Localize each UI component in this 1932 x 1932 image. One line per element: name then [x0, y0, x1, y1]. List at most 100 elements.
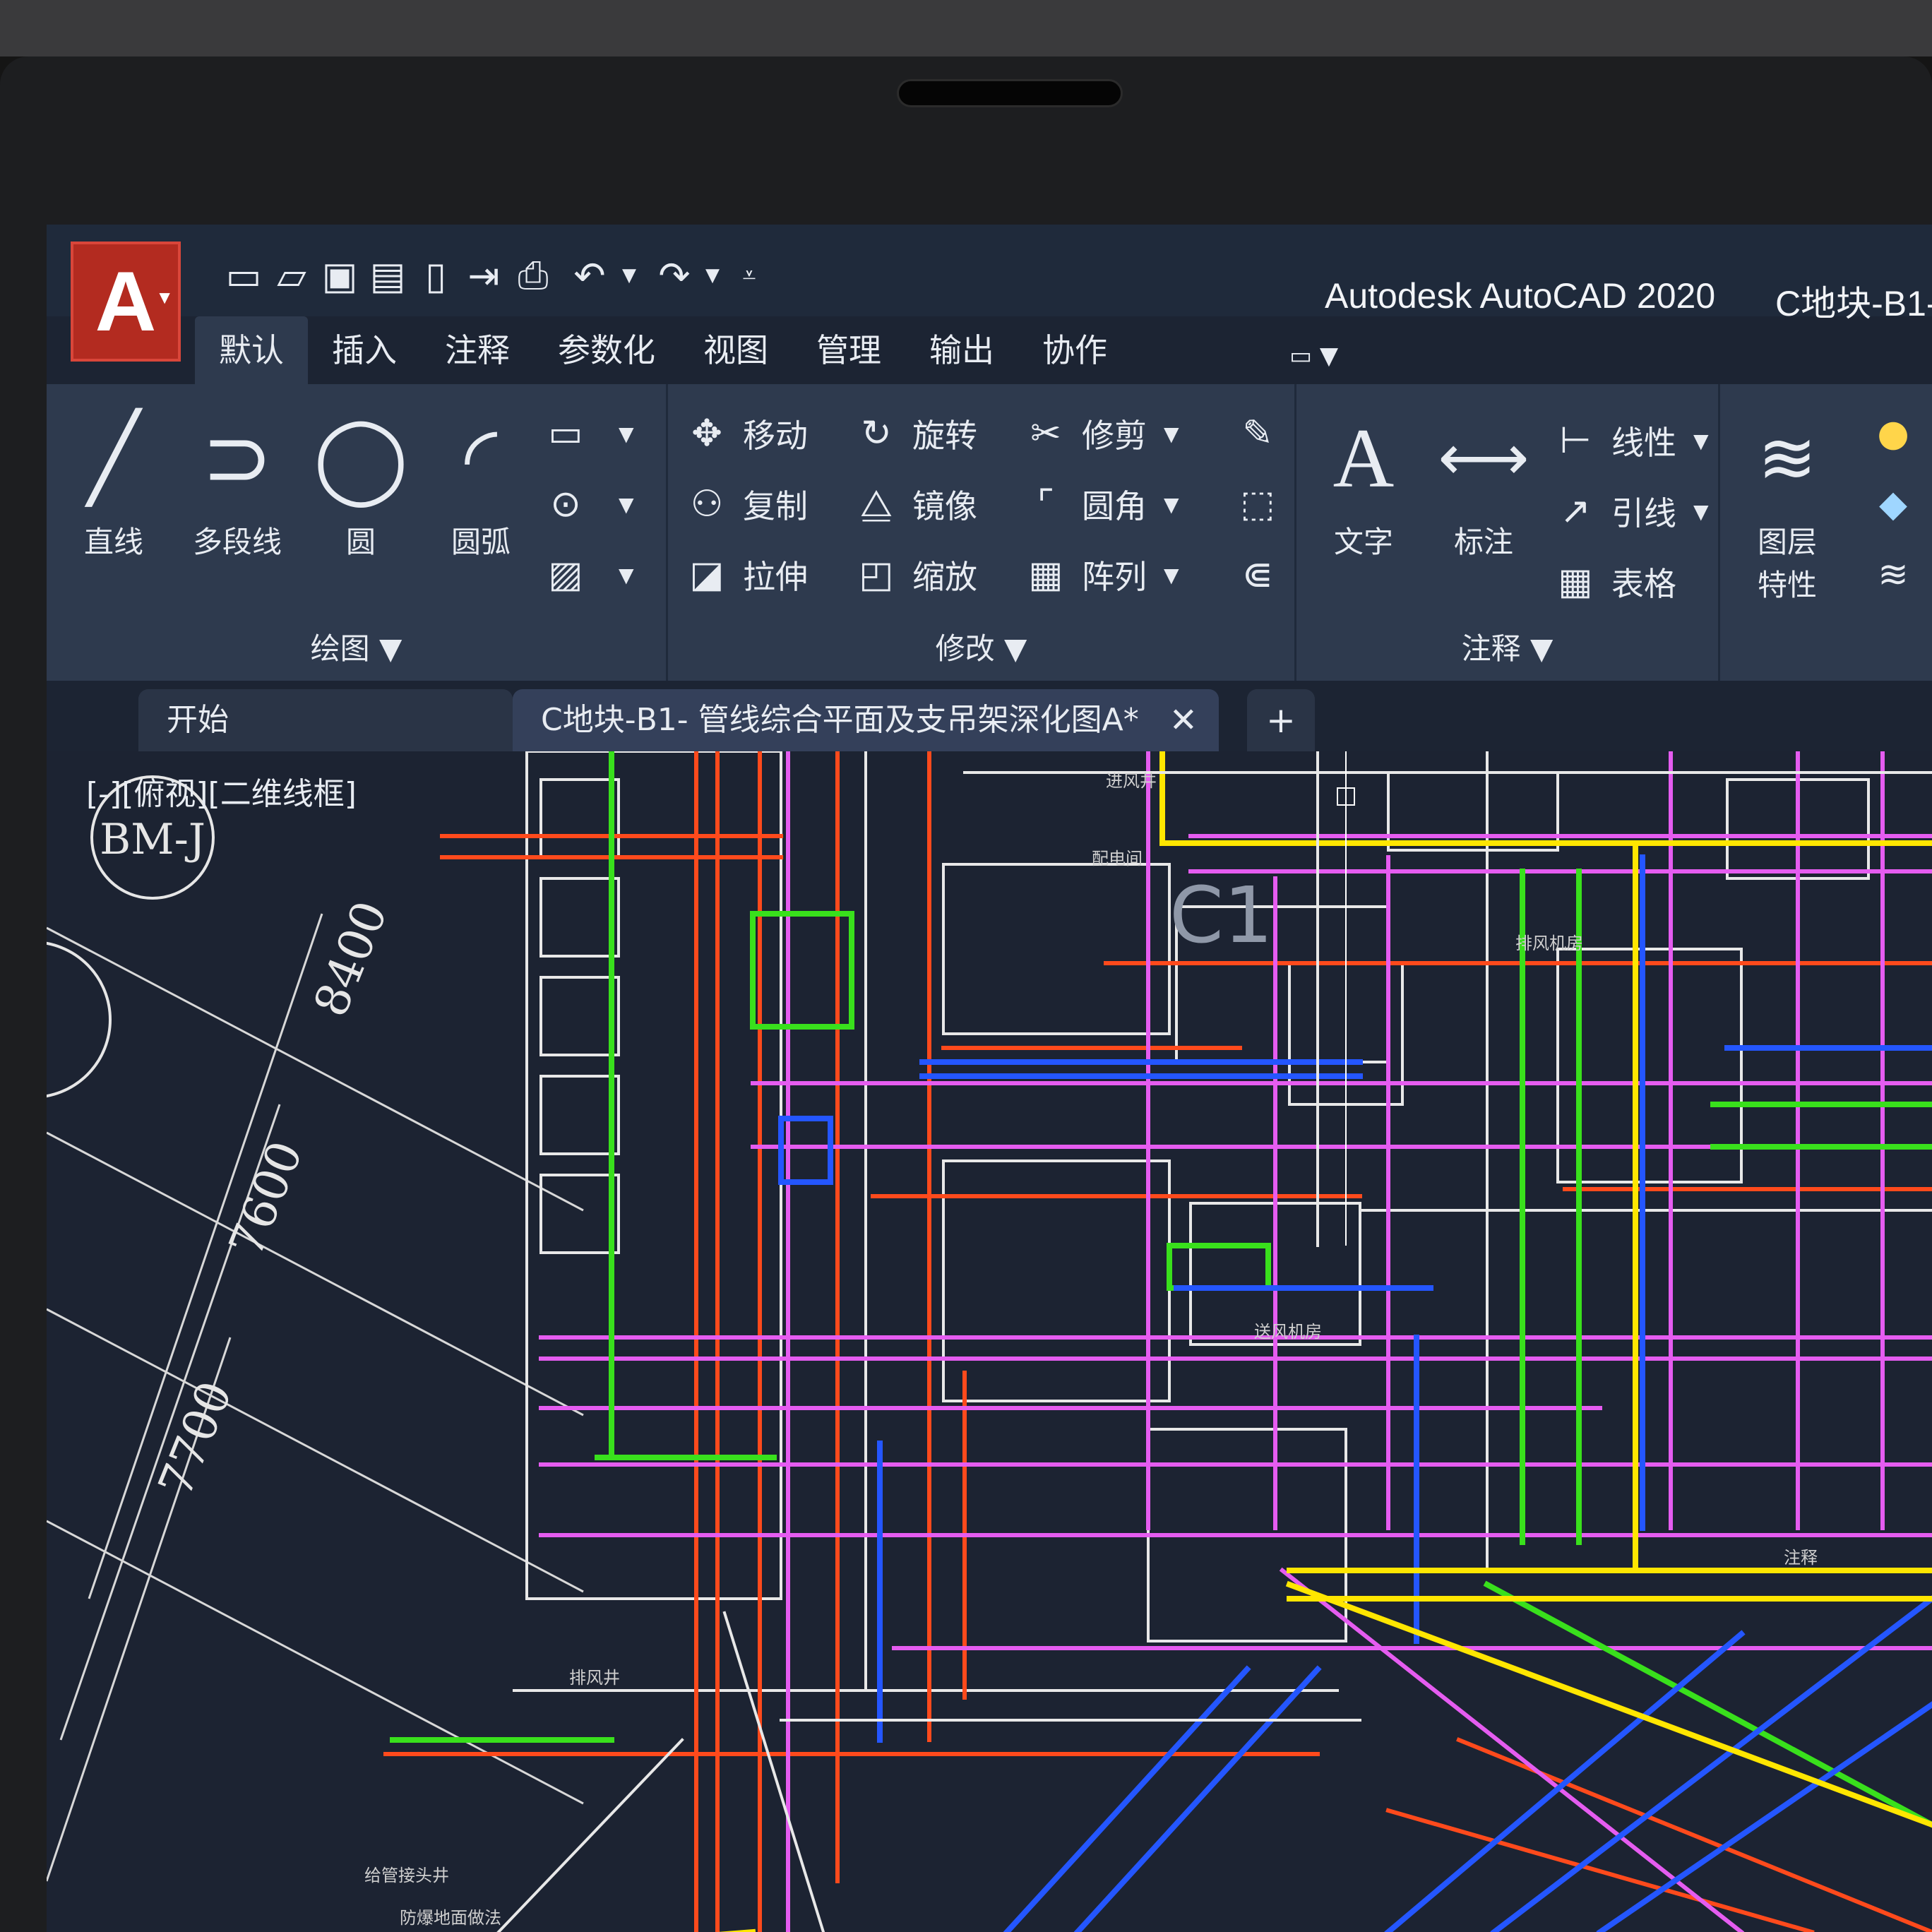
rectangle-icon: ▭ [548, 412, 583, 455]
room-label: 防爆地面做法 [400, 1908, 501, 1928]
chevron-down-icon: ▼ [1164, 422, 1179, 446]
rotate-button[interactable]: ↻ 旋转 [852, 405, 977, 462]
autocad-logo-icon: A [95, 254, 157, 349]
draw-panel: ╱ 直线 ⊃ 多段线 ◯ 圆 ◜ 圆弧 ▭ ▼ ⊙ ▼ ▨ ▼ 绘图 ▼ [47, 384, 668, 681]
layer-properties-tool[interactable]: ≋ 图层 特性 [1734, 398, 1840, 604]
line-icon: ╱ [88, 409, 140, 507]
arc-tool[interactable]: ◜ 圆弧 [428, 398, 534, 561]
save-as-icon[interactable]: ▤ [367, 253, 408, 298]
table-button[interactable]: ▦ 表格 [1551, 554, 1676, 610]
tab-manage[interactable]: 管理 [792, 316, 905, 384]
app-title: Autodesk AutoCAD 2020 [1325, 276, 1716, 316]
dimension-tool[interactable]: ⟷ 标注 [1431, 398, 1537, 561]
new-tab-button[interactable]: + [1247, 689, 1315, 751]
room-label: 进风井 [1106, 771, 1157, 791]
eraser-icon: ✎ [1242, 412, 1273, 455]
modify-panel-title[interactable]: 修改 ▼ [668, 625, 1294, 668]
circle-icon: ◯ [313, 409, 409, 507]
grid-tag: BM-J [100, 815, 205, 864]
ribbon-panel: ╱ 直线 ⊃ 多段线 ◯ 圆 ◜ 圆弧 ▭ ▼ ⊙ ▼ ▨ ▼ 绘图 ▼ ✥ 移动 ↻ 旋… [47, 384, 1932, 681]
stretch-button[interactable]: ◪ 拉伸 [682, 547, 808, 603]
screen: ▭ ▱ ▣ ▤ ▯ ⇥ ⎙ ↶ ▼ ↷ ▼ ⩡ Autodesk AutoCAD… [47, 225, 1932, 1932]
publish-icon[interactable]: ⇥ [463, 253, 504, 298]
layers-icon: ≋ [1758, 417, 1817, 499]
column-tag: C1 [1169, 870, 1273, 960]
mirror-button[interactable]: ⧋ 镜像 [852, 476, 977, 532]
redo-dropdown-icon[interactable]: ▼ [692, 253, 733, 298]
layer-match-icon: ≋ [1878, 554, 1909, 596]
lightbulb-icon: ● [1877, 412, 1909, 455]
chevron-down-icon: ▼ [155, 287, 174, 308]
offset-icon: ⋐ [1242, 554, 1273, 596]
annotation-panel-title[interactable]: 注释 ▼ [1296, 625, 1718, 668]
viewport-controls[interactable]: [-][俯视][二维线框] [86, 768, 357, 813]
scale-button[interactable]: ◰ 缩放 [852, 547, 977, 603]
text-tool[interactable]: A 文字 [1311, 398, 1417, 561]
new-file-icon[interactable]: ▭ [223, 253, 264, 298]
undo-dropdown-icon[interactable]: ▼ [609, 253, 650, 298]
layer-freeze-button[interactable]: ◆ [1868, 476, 1929, 532]
tab-insert[interactable]: 插入 [308, 316, 421, 384]
dim-7600: 7600 [218, 1133, 313, 1264]
linear-dim-icon: ⊢ [1559, 419, 1592, 462]
leader-icon: ↗ [1560, 490, 1591, 532]
close-icon[interactable]: ✕ [1169, 689, 1198, 751]
layer-match-button[interactable]: ≋ [1868, 547, 1929, 603]
array-button[interactable]: ▦ 阵列 ▼ [1021, 547, 1179, 603]
customize-qat-icon[interactable]: ⩡ [729, 253, 770, 298]
redo-icon[interactable]: ↷ [654, 253, 695, 298]
room-label: 排风井 [569, 1668, 620, 1688]
trim-button[interactable]: ✂ 修剪 ▼ [1021, 405, 1179, 462]
crosshair [1337, 751, 1355, 1246]
fillet-button[interactable]: ⌜ 圆角 ▼ [1021, 476, 1179, 532]
undo-icon[interactable]: ↶ [569, 253, 610, 298]
trim-icon: ✂ [1030, 412, 1061, 455]
save-icon[interactable]: ▣ [319, 253, 360, 298]
draw-panel-title[interactable]: 绘图 ▼ [47, 625, 666, 668]
polyline-tool[interactable]: ⊃ 多段线 [174, 398, 301, 561]
chevron-down-icon: ▼ [619, 422, 634, 446]
start-tab[interactable]: 开始 [138, 689, 513, 751]
document-tab[interactable]: C地块-B1- 管线综合平面及支吊架深化图A* ✕ [513, 689, 1219, 751]
linear-dim-button[interactable]: ⊢ 线性 ▼ [1551, 412, 1708, 469]
move-button[interactable]: ✥ 移动 [682, 405, 808, 462]
hatch-icon: ▨ [548, 554, 583, 596]
dimension-icon: ⟷ [1438, 421, 1530, 495]
ellipse-tool[interactable]: ⊙ ▼ [541, 476, 633, 532]
hatch-tool[interactable]: ▨ ▼ [541, 547, 633, 603]
leader-button[interactable]: ↗ 引线 ▼ [1551, 483, 1708, 539]
mirror-icon: ⧋ [859, 482, 893, 525]
move-icon: ✥ [691, 412, 722, 455]
cad-drawing: BM-J 8400 7600 7700 进风井 配电间 送风机房 注释 排风机房… [47, 751, 1932, 1932]
plot-icon[interactable]: ⎙ [513, 253, 554, 298]
open-file-icon[interactable]: ▱ [271, 253, 312, 298]
drawing-canvas[interactable]: BM-J 8400 7600 7700 进风井 配电间 送风机房 注释 排风机房… [47, 751, 1932, 1932]
tab-collaborate[interactable]: 协作 [1018, 316, 1131, 384]
rectangle-tool[interactable]: ▭ ▼ [541, 405, 634, 462]
line-tool[interactable]: ╱ 直线 [61, 398, 167, 561]
open-web-icon[interactable]: ▯ [415, 253, 456, 298]
text-icon: A [1332, 411, 1395, 505]
polyline-icon: ⊃ [201, 409, 273, 507]
stretch-icon: ◪ [689, 554, 724, 596]
room-label: 送风机房 [1254, 1322, 1322, 1342]
array-icon: ▦ [1028, 554, 1063, 596]
tab-annotate[interactable]: 注释 [421, 316, 534, 384]
explode-button[interactable]: ⬚ [1233, 476, 1294, 532]
background-desk [0, 0, 1932, 56]
tab-home[interactable]: 默认 [195, 316, 308, 384]
erase-button[interactable]: ✎ [1233, 405, 1294, 462]
tab-parametric[interactable]: 参数化 [534, 316, 679, 384]
axis-lines [47, 913, 584, 1882]
offset-button[interactable]: ⋐ [1233, 547, 1294, 603]
tab-view[interactable]: 视图 [679, 316, 792, 384]
layer-on-button[interactable]: ● [1868, 405, 1929, 462]
webcam [897, 79, 1123, 107]
rotate-icon: ↻ [861, 412, 892, 455]
copy-icon: ⚇ [690, 483, 724, 525]
tab-output[interactable]: 输出 [905, 316, 1018, 384]
circle-tool[interactable]: ◯ 圆 [308, 398, 414, 561]
app-menu-button[interactable]: A ▼ [71, 242, 181, 362]
copy-button[interactable]: ⚇ 复制 [682, 476, 808, 532]
ribbon-minimize-icon[interactable]: ▭ ▼ [1289, 342, 1338, 370]
